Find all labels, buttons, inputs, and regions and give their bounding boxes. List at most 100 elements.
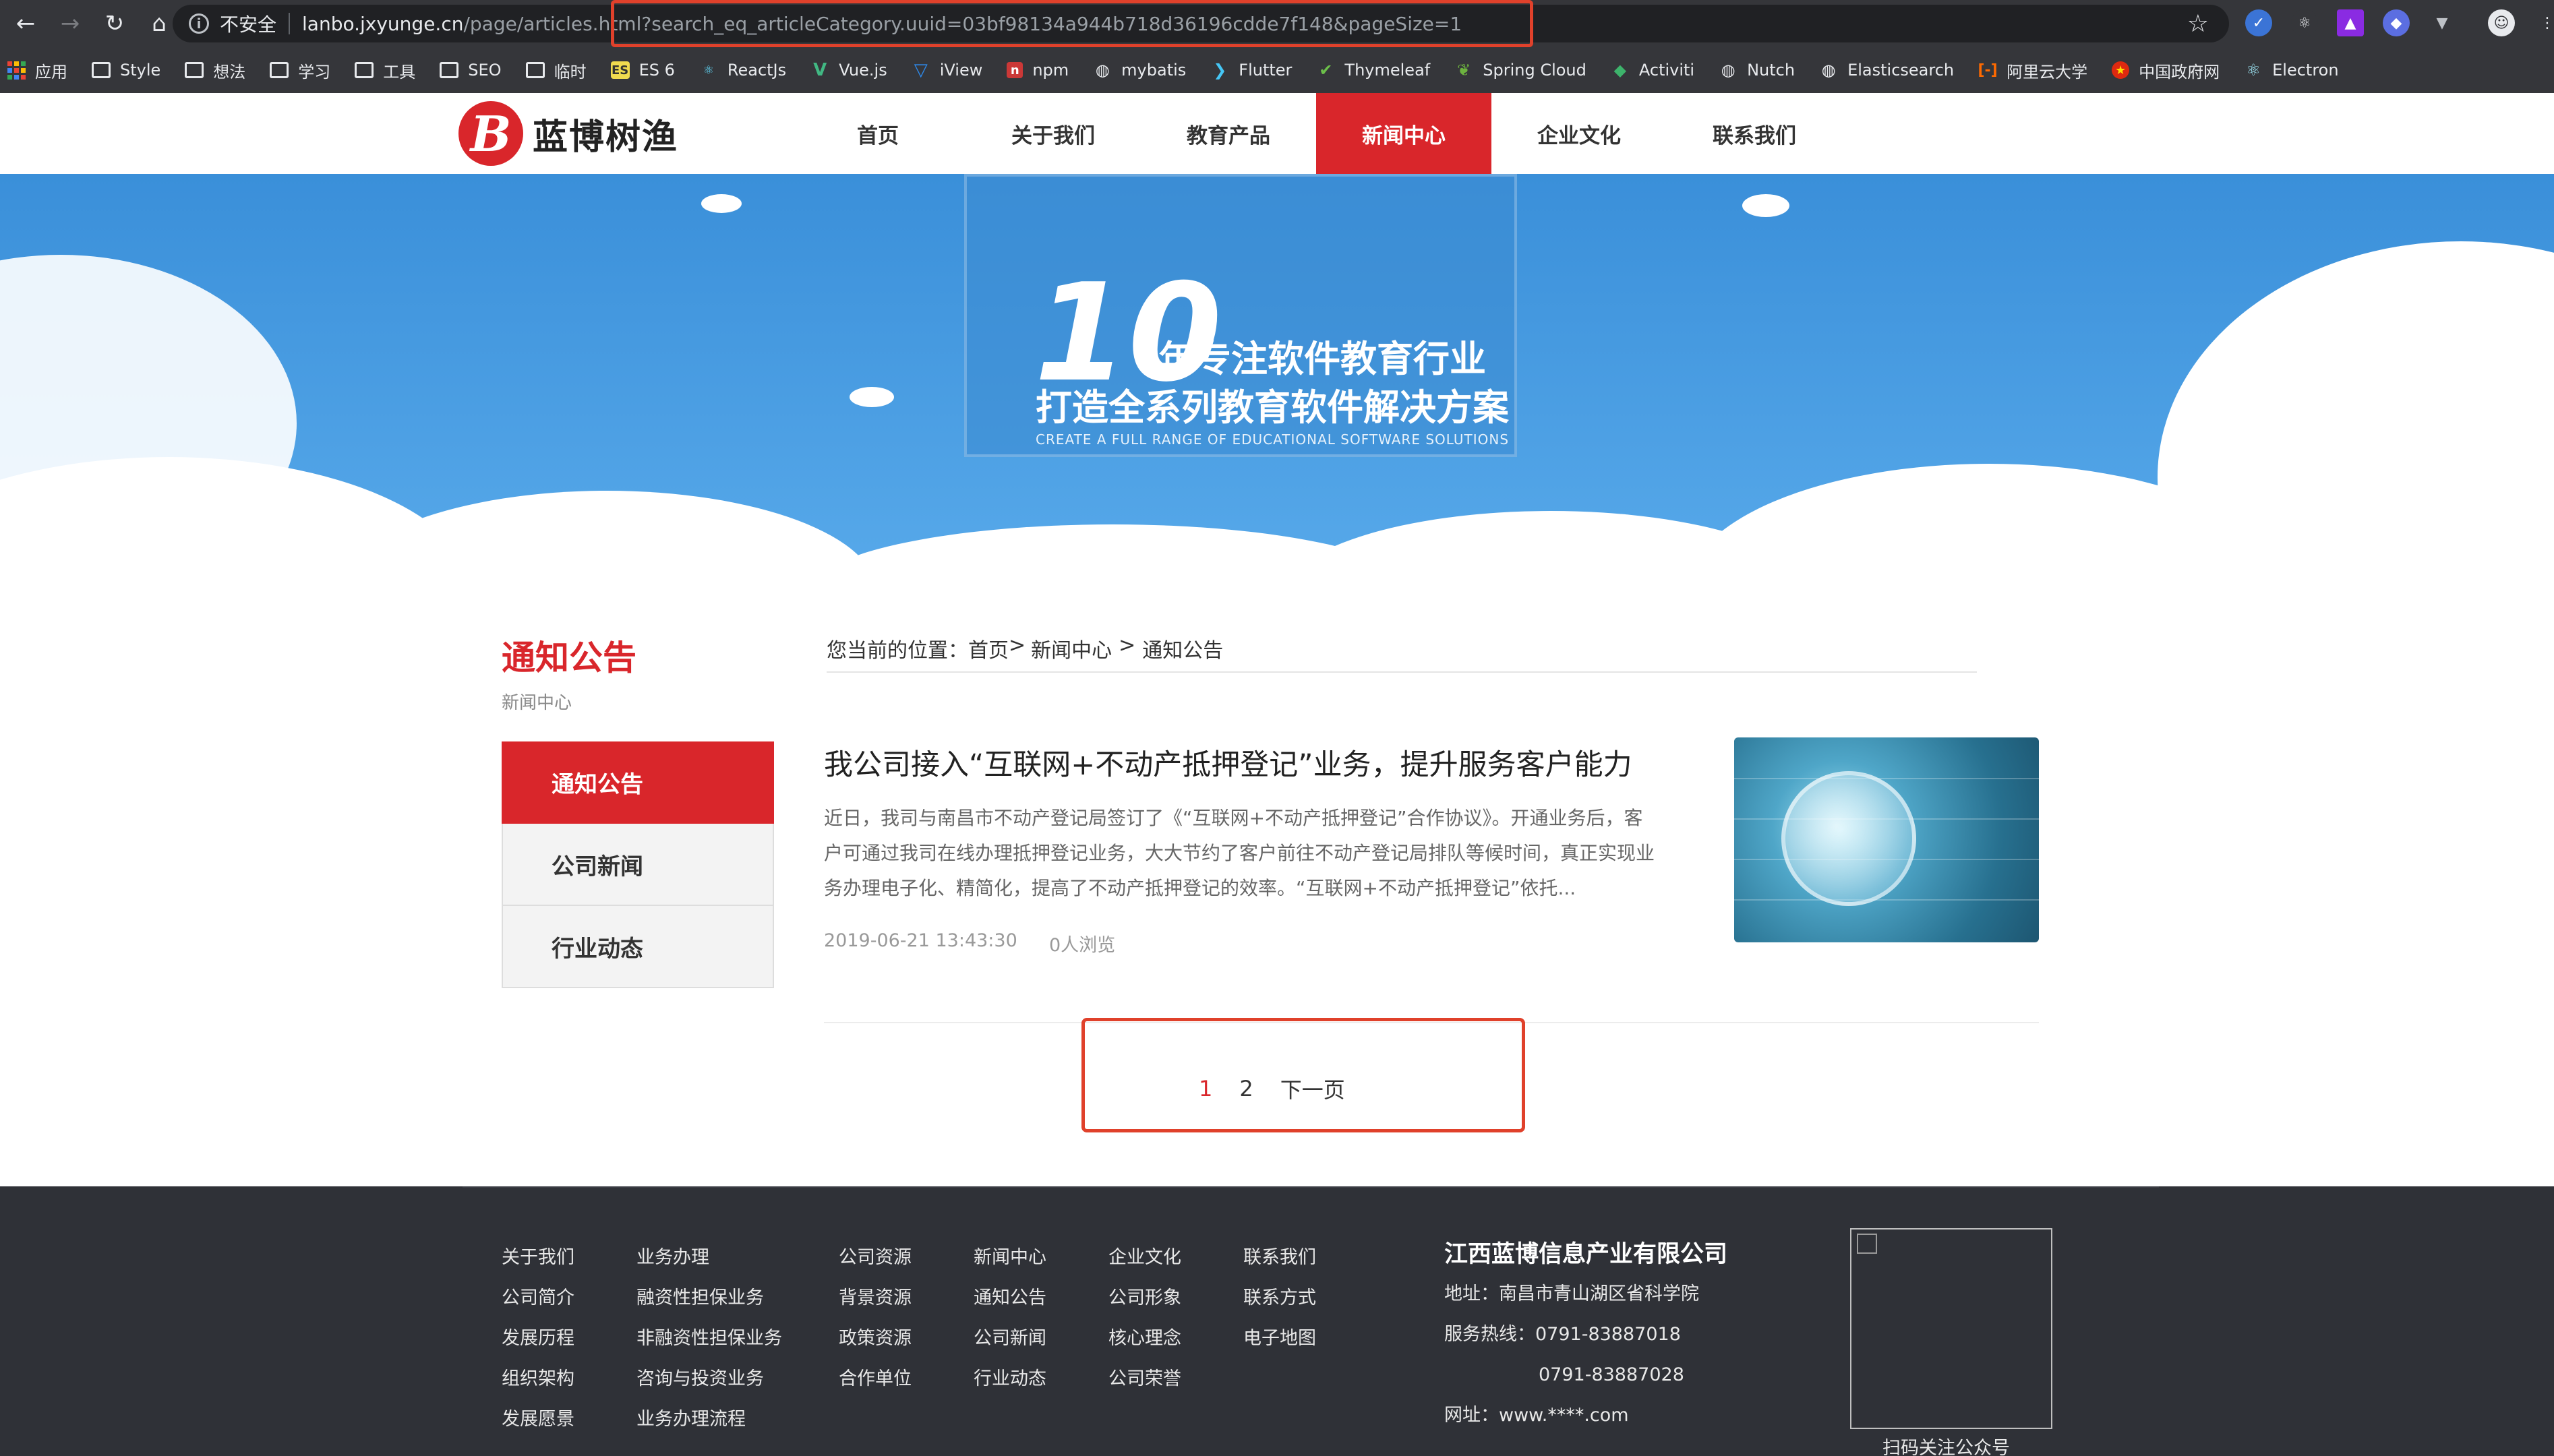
- sidebar-subtitle: 新闻中心: [502, 693, 572, 713]
- footer-link[interactable]: 政策资源: [839, 1318, 912, 1359]
- footer-link[interactable]: 公司简介: [502, 1278, 574, 1318]
- footer-column-culture: 企业文化 公司形象 核心理念 公司荣誉: [1108, 1238, 1181, 1399]
- article-thumbnail[interactable]: [1734, 737, 2039, 942]
- nav-item-products[interactable]: 教育产品: [1141, 93, 1316, 174]
- footer-link[interactable]: 发展愿景: [502, 1399, 574, 1440]
- bookmark-elasticsearch[interactable]: ◍ Elasticsearch: [1819, 61, 1955, 80]
- bookmark-star-icon[interactable]: ☆: [2187, 10, 2209, 38]
- footer-link[interactable]: 关于我们: [502, 1238, 574, 1278]
- bookmark-label: Activiti: [1638, 61, 1695, 80]
- bookmark-flutter[interactable]: ❯ Flutter: [1210, 61, 1292, 80]
- footer-link[interactable]: 发展历程: [502, 1318, 574, 1359]
- breadcrumb-home[interactable]: 首页: [968, 634, 1009, 663]
- sidebar-item-notices[interactable]: 通知公告: [502, 741, 774, 824]
- footer-link[interactable]: 行业动态: [974, 1359, 1046, 1399]
- extension-purple-icon[interactable]: ▲: [2337, 9, 2364, 36]
- page-2[interactable]: 2: [1239, 1076, 1253, 1101]
- sidebar-item-industry[interactable]: 行业动态: [502, 906, 774, 988]
- bookmark-folder-tools[interactable]: 工具: [355, 59, 415, 82]
- next-page-button[interactable]: 下一页: [1280, 1073, 1345, 1104]
- site-logo[interactable]: B 蓝博树渔: [458, 101, 678, 166]
- globe-icon: ◍: [1821, 61, 1836, 80]
- bookmark-label: 工具: [383, 62, 416, 82]
- bookmark-apps[interactable]: 应用: [7, 59, 67, 82]
- bookmark-folder-temp[interactable]: 临时: [525, 59, 587, 82]
- bookmark-thymeleaf[interactable]: ✔ Thymeleaf: [1316, 61, 1430, 80]
- footer-link[interactable]: 咨询与投资业务: [636, 1359, 782, 1399]
- forward-icon[interactable]: →: [51, 5, 89, 42]
- qr-caption: 扫码关注公众号: [1882, 1438, 2010, 1456]
- nav-item-about[interactable]: 关于我们: [966, 93, 1141, 174]
- footer-link[interactable]: 电子地图: [1243, 1318, 1316, 1359]
- footer-link[interactable]: 组织架构: [502, 1359, 574, 1399]
- bookmark-folder-style[interactable]: Style: [92, 61, 160, 80]
- footer-link[interactable]: 公司新闻: [974, 1318, 1046, 1359]
- url-highlight-box: [611, 0, 1533, 47]
- sidebar-item-company-news[interactable]: 公司新闻: [502, 824, 774, 906]
- footer-link[interactable]: 融资性担保业务: [636, 1278, 782, 1318]
- bookmark-gov[interactable]: ★ 中国政府网: [2112, 59, 2220, 82]
- bookmark-folder-seo[interactable]: SEO: [440, 61, 502, 80]
- site-footer: 关于我们 公司简介 发展历程 组织架构 发展愿景 业务办理 融资性担保业务 非融…: [0, 1186, 2554, 1456]
- footer-link[interactable]: 核心理念: [1108, 1318, 1181, 1359]
- bookmark-nutch[interactable]: ◍ Nutch: [1719, 61, 1795, 80]
- es-icon: ES: [610, 61, 630, 79]
- breadcrumb-separator: >: [1119, 634, 1136, 657]
- nav-item-culture[interactable]: 企业文化: [1491, 93, 1667, 174]
- flutter-icon: ❯: [1213, 61, 1227, 80]
- banner-cloud: [850, 387, 894, 407]
- profile-avatar[interactable]: ☺: [2488, 9, 2515, 36]
- nav-item-home[interactable]: 首页: [790, 93, 966, 174]
- bookmark-es6[interactable]: ES ES 6: [610, 61, 675, 80]
- globe-icon: [1781, 771, 1916, 906]
- bookmark-folder-study[interactable]: 学习: [270, 59, 330, 82]
- folder-icon: [355, 62, 374, 78]
- bookmark-reactjs[interactable]: ⚛ ReactJs: [699, 61, 786, 80]
- bookmark-activiti[interactable]: ◆ Activiti: [1611, 61, 1694, 80]
- bookmark-mybatis[interactable]: ◍ mybatis: [1093, 61, 1187, 80]
- footer-link[interactable]: 背景资源: [839, 1278, 912, 1318]
- footer-link[interactable]: 公司形象: [1108, 1278, 1181, 1318]
- info-icon[interactable]: i: [189, 13, 209, 34]
- breadcrumb-section[interactable]: 新闻中心: [1031, 634, 1112, 663]
- bookmark-folder-ideas[interactable]: 想法: [185, 59, 245, 82]
- article-date: 2019-06-21 13:43:30: [824, 930, 1017, 951]
- bookmark-electron[interactable]: ⚛ Electron: [2244, 61, 2338, 80]
- article-title-link[interactable]: 我公司接入“互联网+不动产抵押登记”业务，提升服务客户能力: [824, 741, 1632, 783]
- bookmark-spring-cloud[interactable]: ❦ Spring Cloud: [1454, 61, 1586, 80]
- extension-shield-icon[interactable]: ◆: [2383, 9, 2410, 36]
- nav-item-contact[interactable]: 联系我们: [1667, 93, 1842, 174]
- footer-link[interactable]: 公司资源: [839, 1238, 912, 1278]
- extension-check-icon[interactable]: ✓: [2245, 9, 2272, 36]
- spring-icon: ❦: [1457, 61, 1471, 80]
- menu-kebab-icon[interactable]: ⋮: [2534, 9, 2554, 36]
- extension-vue-icon[interactable]: ▼: [2429, 9, 2456, 36]
- reload-icon[interactable]: ↻: [96, 5, 133, 42]
- insecure-label: 不安全: [220, 13, 277, 36]
- bookmark-iview[interactable]: ▽ iView: [912, 60, 983, 80]
- logo-mark: B: [458, 101, 523, 166]
- footer-link[interactable]: 联系我们: [1243, 1238, 1316, 1278]
- footer-link[interactable]: 合作单位: [839, 1359, 912, 1399]
- footer-link[interactable]: 公司荣誉: [1108, 1359, 1181, 1399]
- footer-link[interactable]: 非融资性担保业务: [636, 1318, 782, 1359]
- nav-item-news[interactable]: 新闻中心: [1316, 93, 1491, 174]
- company-website: 网址：www.****.com: [1444, 1405, 1629, 1426]
- broken-image-icon: [1857, 1234, 1877, 1254]
- page-1[interactable]: 1: [1199, 1076, 1212, 1101]
- footer-link[interactable]: 新闻中心: [974, 1238, 1046, 1278]
- footer-link[interactable]: 业务办理: [636, 1238, 782, 1278]
- extension-react-icon[interactable]: ⚛: [2291, 9, 2318, 36]
- bookmark-vuejs[interactable]: V Vue.js: [810, 60, 887, 80]
- company-info: 地址：南昌市青山湖区省科学院 服务热线：0791-83887018 0791-8…: [1444, 1274, 1699, 1436]
- footer-link[interactable]: 通知公告: [974, 1278, 1046, 1318]
- bookmark-npm[interactable]: n npm: [1007, 61, 1069, 80]
- footer-link[interactable]: 企业文化: [1108, 1238, 1181, 1278]
- bookmark-aliyun[interactable]: [-] 阿里云大学: [1978, 59, 2088, 82]
- footer-link[interactable]: 业务办理流程: [636, 1399, 782, 1440]
- banner-subheadline: 打造全系列教育软件解决方案: [1036, 386, 1509, 429]
- sidebar-title: 通知公告: [502, 638, 636, 677]
- bookmark-label: Flutter: [1239, 61, 1293, 80]
- footer-link[interactable]: 联系方式: [1243, 1278, 1316, 1318]
- back-icon[interactable]: ←: [7, 5, 44, 42]
